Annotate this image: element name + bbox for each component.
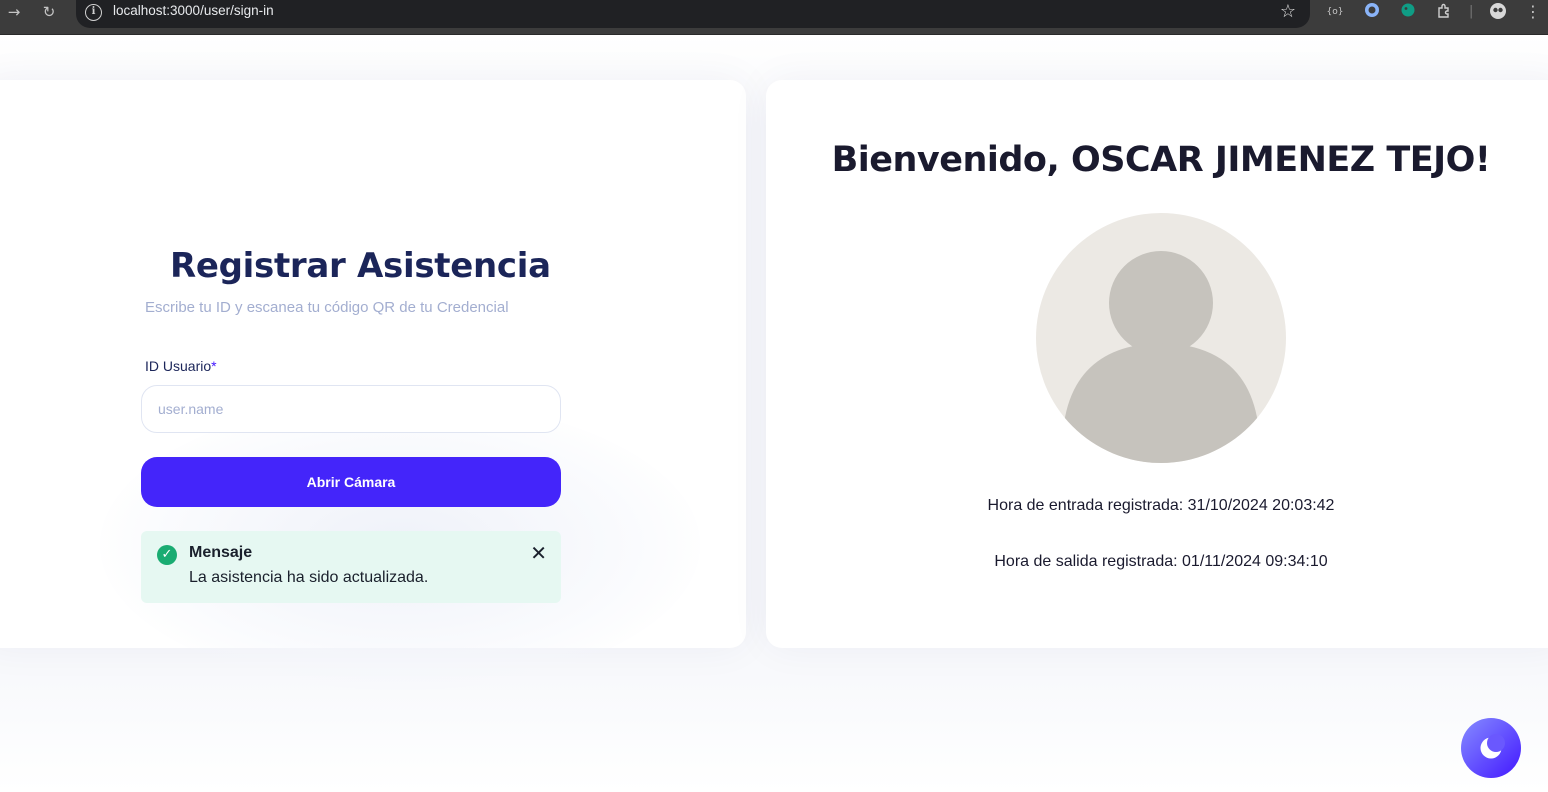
address-bar[interactable]: i localhost:3000/user/sign-in ☆	[76, 0, 1310, 28]
user-id-label-text: ID Usuario	[145, 358, 212, 374]
site-info-icon[interactable]: i	[85, 4, 102, 21]
extension-icon[interactable]	[1363, 2, 1381, 22]
extension-icon[interactable]: {o}	[1326, 2, 1344, 22]
url-text[interactable]: localhost:3000/user/sign-in	[113, 3, 274, 18]
dark-mode-toggle-button[interactable]	[1461, 718, 1521, 778]
alert-message: La asistencia ha sido actualizada.	[189, 569, 429, 586]
reload-icon[interactable]: ↻	[38, 0, 60, 24]
browser-menu-icon[interactable]: ⋮	[1524, 2, 1542, 22]
check-circle-icon: ✓	[157, 545, 177, 565]
toolbar-divider: |	[1469, 4, 1474, 19]
required-mark: *	[211, 358, 217, 374]
forward-icon[interactable]: →	[3, 0, 25, 24]
close-icon[interactable]: ✕	[530, 543, 547, 565]
page-subtitle: Escribe tu ID y escanea tu código QR de …	[145, 299, 509, 316]
user-id-input[interactable]	[141, 385, 561, 433]
moon-icon	[1480, 734, 1505, 759]
extensions-puzzle-icon[interactable]	[1435, 2, 1453, 22]
page-title: Registrar Asistencia	[170, 246, 551, 286]
open-camera-button[interactable]: Abrir Cámara	[141, 457, 561, 507]
welcome-title: Bienvenido, OSCAR JIMENEZ TEJO!	[831, 140, 1491, 180]
extension-icon[interactable]	[1399, 2, 1417, 22]
profile-avatar-icon[interactable]	[1488, 2, 1508, 22]
entry-time-text: Hora de entrada registrada: 31/10/2024 2…	[987, 497, 1335, 514]
user-placeholder-icon	[1036, 213, 1286, 463]
bookmark-star-icon[interactable]: ☆	[1280, 1, 1296, 22]
user-id-label: ID Usuario*	[145, 358, 217, 374]
exit-time-text: Hora de salida registrada: 01/11/2024 09…	[994, 553, 1328, 570]
success-alert: ✓ Mensaje La asistencia ha sido actualiz…	[141, 531, 561, 603]
alert-title: Mensaje	[189, 544, 253, 561]
browser-toolbar: → ↻ i localhost:3000/user/sign-in ☆ {o} …	[0, 0, 1548, 35]
